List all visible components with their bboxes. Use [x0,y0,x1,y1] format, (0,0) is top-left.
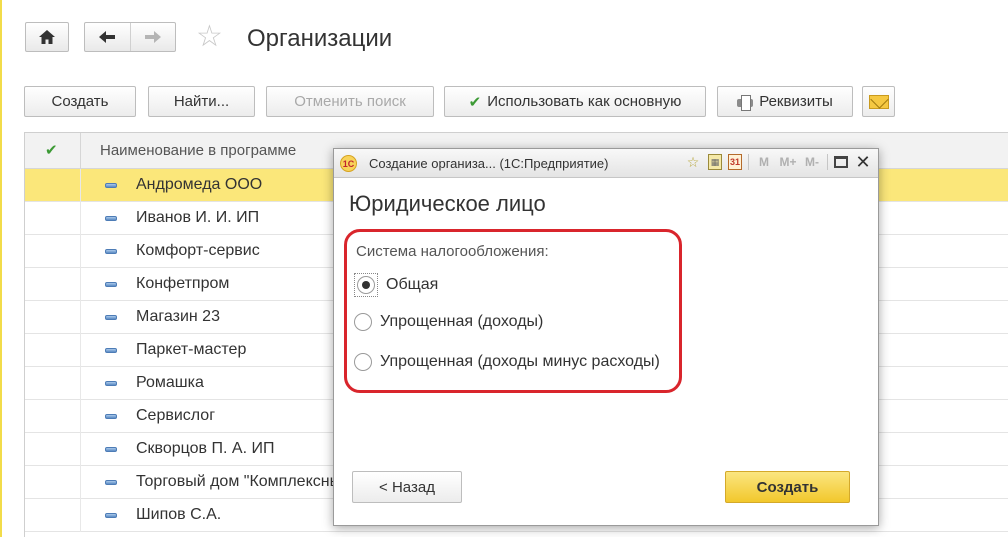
item-marker-icon [105,315,117,320]
item-marker-icon [105,447,117,452]
column-divider [80,367,81,400]
column-divider [80,334,81,367]
history-nav [84,22,176,52]
column-divider [80,133,81,169]
back-step-button[interactable]: < Назад [352,471,462,503]
organization-name: Магазин 23 [136,308,220,325]
tax-option-label: Упрощенная (доходы) [380,313,544,330]
cancel-search-button[interactable]: Отменить поиск [266,86,434,117]
tool-divider [827,154,828,170]
column-divider [80,202,81,235]
dialog-heading: Юридическое лицо [349,191,546,216]
column-divider [80,268,81,301]
forward-button[interactable] [131,23,176,51]
organization-name: Андромеда ООО [136,176,263,193]
tool-divider [748,154,749,170]
column-divider [80,466,81,499]
organization-name: Торговый дом "Комплексны [136,473,342,490]
organization-name: Шипов С.А. [136,506,222,523]
memory-minus-icon[interactable]: M- [803,153,821,171]
mail-button[interactable] [862,86,895,117]
requisites-button[interactable]: Реквизиты [717,86,853,117]
organization-name: Ромашка [136,374,204,391]
radio-focus-frame [354,273,378,297]
use-as-main-button[interactable]: ✔ Использовать как основную [444,86,706,117]
tax-option-general[interactable]: Общая [354,273,438,297]
favorite-icon[interactable]: ☆ [684,153,702,171]
use-as-main-label: Использовать как основную [487,93,682,110]
tax-option-label: Общая [386,276,439,293]
dialog-titlebar[interactable]: 1С Создание организа... (1С:Предприятие)… [334,149,878,178]
arrow-left-icon [99,31,116,43]
find-button[interactable]: Найти... [148,86,255,117]
tax-option-simplified-income[interactable]: Упрощенная (доходы) [354,313,543,331]
tax-option-label: Упрощенная (доходы минус расходы) [380,353,660,370]
tax-system-label: Система налогообложения: [356,243,549,260]
close-icon[interactable]: ✕ [854,152,872,172]
item-marker-icon [105,414,117,419]
column-divider [80,169,81,202]
item-marker-icon [105,216,117,221]
column-divider [80,433,81,466]
envelope-icon [868,94,889,109]
item-marker-icon [105,282,117,287]
dialog-window-title: Создание организа... (1С:Предприятие) [369,156,609,171]
star-icon[interactable]: ☆ [196,20,223,54]
organization-name: Конфетпром [136,275,230,292]
column-divider [80,400,81,433]
radio-simplified-income-minus-expenses[interactable] [354,353,372,371]
page-title: Организации [247,25,393,52]
organization-name: Комфорт-сервис [136,242,260,259]
column-divider [80,301,81,334]
organization-name: Скворцов П. А. ИП [136,440,275,457]
item-marker-icon [105,381,117,386]
app-logo-icon: 1С [340,155,357,172]
create-button-label: Создать [51,93,109,110]
memory-plus-icon[interactable]: M+ [779,153,797,171]
tax-system-group: Система налогообложения: Общая Упрощенна… [344,229,682,393]
item-marker-icon [105,249,117,254]
column-divider [80,499,81,532]
memory-icon[interactable]: M [755,153,773,171]
tax-option-simplified-income-minus-expenses[interactable]: Упрощенная (доходы минус расходы) [354,353,660,371]
column-header-name[interactable]: Наименование в программе [100,142,296,159]
printer-icon [737,94,754,111]
dialog-create-button[interactable]: Создать [725,471,850,503]
item-marker-icon [105,183,117,188]
organization-name: Сервислог [136,407,216,424]
dialog-window-tools: ☆ ▦ 31 M M+ M- ✕ [684,152,872,172]
item-marker-icon [105,480,117,485]
arrow-right-icon [144,31,161,43]
checkmark-column-icon[interactable]: ✔ [45,141,58,159]
item-marker-icon [105,348,117,353]
column-divider [80,235,81,268]
create-organization-dialog: 1С Создание организа... (1С:Предприятие)… [333,148,879,526]
organization-name: Иванов И. И. ИП [136,209,260,226]
radio-simplified-income[interactable] [354,313,372,331]
create-button[interactable]: Создать [24,86,136,117]
cancel-search-label: Отменить поиск [294,93,406,110]
calculator-icon[interactable]: ▦ [708,154,722,170]
home-icon [39,30,55,44]
home-button[interactable] [25,22,69,52]
calendar-icon[interactable]: 31 [728,154,742,170]
radio-general[interactable] [357,276,375,294]
requisites-label: Реквизиты [759,93,833,110]
back-button[interactable] [85,23,131,51]
window-edge [0,0,2,537]
checkmark-icon: ✔ [468,93,482,111]
maximize-icon[interactable] [834,156,848,168]
item-marker-icon [105,513,117,518]
organization-name: Паркет-мастер [136,341,247,358]
find-button-label: Найти... [173,93,230,110]
